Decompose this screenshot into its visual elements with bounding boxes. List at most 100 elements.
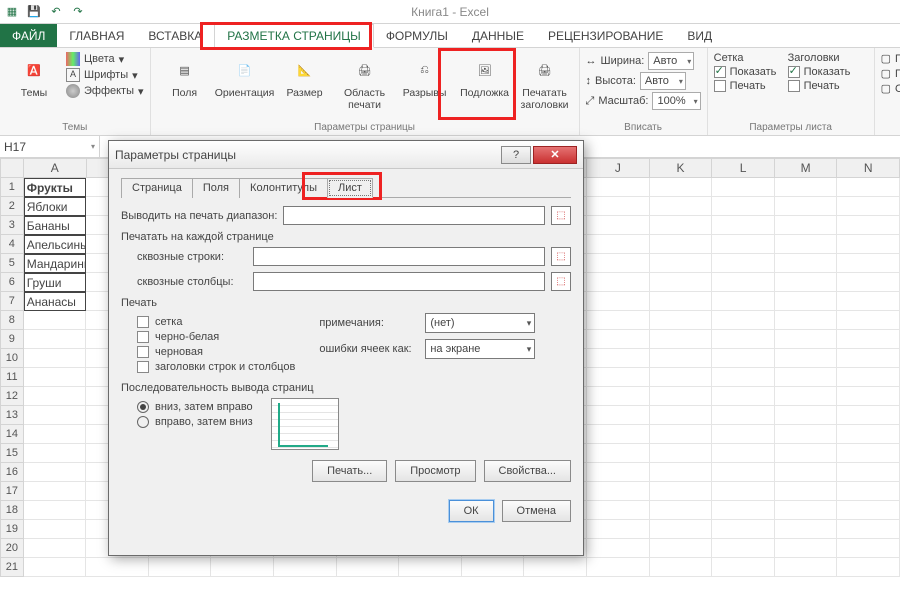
cell[interactable] xyxy=(712,444,775,463)
cell[interactable] xyxy=(712,349,775,368)
cell[interactable] xyxy=(775,368,838,387)
undo-icon[interactable]: ↶ xyxy=(48,4,64,20)
cell[interactable] xyxy=(587,501,650,520)
cell[interactable] xyxy=(712,197,775,216)
cell[interactable] xyxy=(775,311,838,330)
cell[interactable] xyxy=(587,216,650,235)
cell[interactable] xyxy=(837,178,900,197)
cell[interactable] xyxy=(650,558,713,577)
column-header[interactable]: A xyxy=(24,158,87,178)
row-header[interactable]: 20 xyxy=(0,539,24,558)
rows-repeat-input[interactable] xyxy=(253,247,545,266)
cell[interactable] xyxy=(712,235,775,254)
cell[interactable] xyxy=(24,387,87,406)
cell[interactable] xyxy=(587,178,650,197)
cell[interactable] xyxy=(587,197,650,216)
size-button[interactable]: 📐Размер xyxy=(277,50,333,100)
tab-home[interactable]: ГЛАВНАЯ xyxy=(57,24,136,47)
cell[interactable] xyxy=(775,463,838,482)
row-header[interactable]: 15 xyxy=(0,444,24,463)
cell[interactable] xyxy=(587,463,650,482)
cell[interactable] xyxy=(650,520,713,539)
cell[interactable] xyxy=(24,520,87,539)
cell[interactable] xyxy=(775,235,838,254)
cols-repeat-input[interactable] xyxy=(253,272,545,291)
cell[interactable] xyxy=(775,520,838,539)
cell[interactable] xyxy=(837,197,900,216)
print-titles-button[interactable]: 🖨Печатать заголовки xyxy=(517,50,573,111)
fonts-button[interactable]: AШрифты ▾ xyxy=(66,68,144,82)
cell[interactable] xyxy=(775,425,838,444)
gridlines-print-check[interactable]: Печать xyxy=(714,80,784,92)
cell[interactable] xyxy=(775,197,838,216)
cell[interactable] xyxy=(587,349,650,368)
cell[interactable] xyxy=(837,368,900,387)
cell[interactable] xyxy=(24,463,87,482)
tab-view[interactable]: ВИД xyxy=(675,24,724,47)
cell[interactable] xyxy=(837,520,900,539)
move-forward-button[interactable]: ▢Перемести xyxy=(881,52,900,65)
cell[interactable] xyxy=(524,558,587,577)
print-range-input[interactable] xyxy=(283,206,545,225)
cell[interactable] xyxy=(274,558,337,577)
cell[interactable] xyxy=(712,482,775,501)
cell[interactable] xyxy=(24,558,87,577)
column-header[interactable]: K xyxy=(650,158,713,178)
width-combo[interactable]: Авто xyxy=(648,52,694,70)
cell[interactable] xyxy=(650,387,713,406)
column-header[interactable]: J xyxy=(587,158,650,178)
cell[interactable] xyxy=(587,387,650,406)
cell[interactable] xyxy=(837,349,900,368)
cancel-button[interactable]: Отмена xyxy=(502,500,571,522)
cell[interactable] xyxy=(712,330,775,349)
cell[interactable] xyxy=(650,406,713,425)
cell[interactable]: Ананасы xyxy=(24,292,87,311)
gridlines-show-check[interactable]: Показать xyxy=(714,66,784,78)
cell[interactable]: Апельсины xyxy=(24,235,87,254)
cell[interactable]: Груши xyxy=(24,273,87,292)
cell[interactable] xyxy=(587,330,650,349)
cell[interactable] xyxy=(712,368,775,387)
cell[interactable] xyxy=(587,292,650,311)
cell[interactable] xyxy=(775,387,838,406)
margins-button[interactable]: ▤Поля xyxy=(157,50,213,100)
comments-select[interactable]: (нет) xyxy=(425,313,535,333)
row-header[interactable]: 17 xyxy=(0,482,24,501)
cell[interactable] xyxy=(837,254,900,273)
colors-button[interactable]: Цвета ▾ xyxy=(66,52,144,66)
cell[interactable] xyxy=(24,406,87,425)
cell[interactable] xyxy=(712,292,775,311)
cell[interactable] xyxy=(337,558,400,577)
column-header[interactable]: M xyxy=(775,158,838,178)
cell[interactable] xyxy=(712,558,775,577)
themes-button[interactable]: 🅰️ Темы xyxy=(6,50,62,100)
headings-show-check[interactable]: Показать xyxy=(788,66,868,78)
cell[interactable] xyxy=(650,330,713,349)
cell[interactable] xyxy=(837,292,900,311)
cell[interactable] xyxy=(24,444,87,463)
grid-check[interactable]: сетка xyxy=(137,316,295,328)
range-picker-icon[interactable]: ⬚ xyxy=(551,206,571,225)
cell[interactable] xyxy=(775,330,838,349)
cell[interactable] xyxy=(775,539,838,558)
row-header[interactable]: 1 xyxy=(0,178,24,197)
cell[interactable] xyxy=(837,406,900,425)
cell[interactable] xyxy=(24,330,87,349)
cell[interactable] xyxy=(837,387,900,406)
cell[interactable] xyxy=(712,216,775,235)
tab-margins[interactable]: Поля xyxy=(192,178,240,198)
column-header[interactable]: L xyxy=(712,158,775,178)
cell[interactable] xyxy=(712,178,775,197)
row-header[interactable]: 3 xyxy=(0,216,24,235)
cell[interactable] xyxy=(650,368,713,387)
headings-print-check[interactable]: Печать xyxy=(788,80,868,92)
tab-file[interactable]: ФАЙЛ xyxy=(0,24,57,47)
print-button[interactable]: Печать... xyxy=(312,460,387,482)
cell[interactable] xyxy=(24,501,87,520)
cell[interactable] xyxy=(587,406,650,425)
row-header[interactable]: 14 xyxy=(0,425,24,444)
cell[interactable] xyxy=(650,216,713,235)
cell[interactable] xyxy=(399,558,462,577)
range-picker-icon[interactable]: ⬚ xyxy=(551,247,571,266)
background-button[interactable]: 🖼Подложка xyxy=(457,50,513,100)
